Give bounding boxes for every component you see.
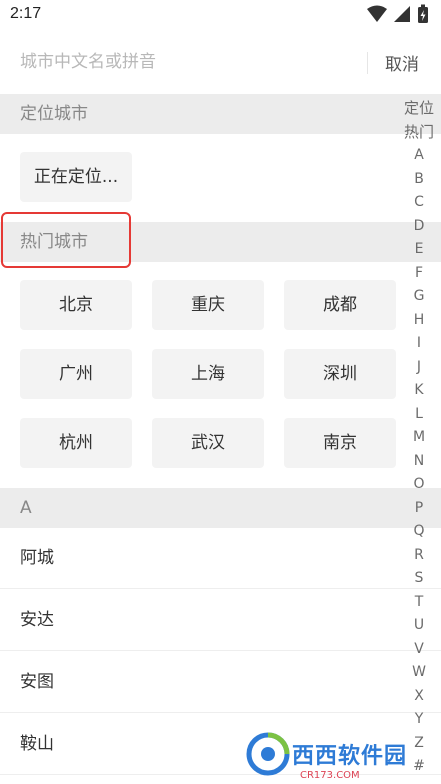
watermark-brand: 西西软件园 (292, 744, 408, 769)
wifi-icon (367, 5, 387, 22)
index-item[interactable]: A (414, 144, 424, 168)
index-item[interactable]: X (414, 685, 424, 709)
index-item-hot[interactable]: 热门 (404, 120, 434, 144)
city-list-item[interactable]: 安达 (0, 589, 441, 651)
index-item[interactable]: Q (413, 520, 424, 544)
alphabet-index-bar[interactable]: 定位 热门 A B C D E F G H I J K L M N O P Q … (398, 96, 440, 779)
index-item[interactable]: O (413, 473, 424, 497)
index-item[interactable]: V (414, 638, 424, 662)
index-item[interactable]: K (414, 379, 423, 403)
index-item[interactable]: N (414, 450, 424, 474)
hot-city-button[interactable]: 杭州 (20, 418, 132, 468)
index-item[interactable]: S (415, 567, 424, 591)
index-item[interactable]: R (414, 544, 424, 568)
city-list-item[interactable]: 阿城 (0, 527, 441, 589)
hot-city-button[interactable]: 北京 (20, 280, 132, 330)
signal-icon (394, 6, 410, 22)
index-item[interactable]: G (414, 285, 425, 309)
section-header-located: 定位城市 (0, 94, 441, 134)
index-item[interactable]: B (414, 168, 424, 192)
search-bar: 取消 (0, 30, 441, 92)
hot-city-button[interactable]: 深圳 (284, 349, 396, 399)
search-divider (367, 52, 368, 74)
index-item[interactable]: H (414, 309, 425, 333)
index-item[interactable]: U (414, 614, 424, 638)
index-item[interactable]: T (415, 591, 424, 615)
status-time: 2:17 (10, 5, 42, 22)
cancel-button[interactable]: 取消 (385, 50, 419, 75)
index-item-located[interactable]: 定位 (404, 96, 434, 120)
index-item[interactable]: D (414, 215, 425, 239)
index-item[interactable]: I (417, 332, 421, 356)
hot-city-button[interactable]: 南京 (284, 418, 396, 468)
battery-charging-icon (418, 4, 428, 23)
index-item[interactable]: F (415, 262, 423, 286)
status-icons (367, 4, 429, 24)
hot-city-button[interactable]: 重庆 (152, 280, 264, 330)
highlight-annotation-box (1, 212, 131, 268)
index-item[interactable]: M (413, 426, 425, 450)
located-city-button[interactable]: 正在定位... (20, 152, 132, 202)
index-item[interactable]: L (415, 403, 423, 427)
search-input[interactable] (18, 44, 352, 80)
index-item[interactable]: P (415, 497, 423, 521)
watermark-url: CR173.COM (300, 770, 360, 781)
index-item[interactable]: E (415, 238, 424, 262)
status-bar: 2:17 (0, 0, 441, 30)
hot-city-button[interactable]: 成都 (284, 280, 396, 330)
index-item[interactable]: J (417, 356, 421, 380)
city-list-item[interactable]: 安图 (0, 651, 441, 713)
hot-city-button[interactable]: 广州 (20, 349, 132, 399)
hot-city-button[interactable]: 上海 (152, 349, 264, 399)
watermark-logo-icon (246, 732, 290, 776)
index-item[interactable]: C (414, 191, 424, 215)
hot-city-button[interactable]: 武汉 (152, 418, 264, 468)
section-header-a: A (0, 488, 441, 528)
index-item[interactable]: W (412, 661, 426, 685)
